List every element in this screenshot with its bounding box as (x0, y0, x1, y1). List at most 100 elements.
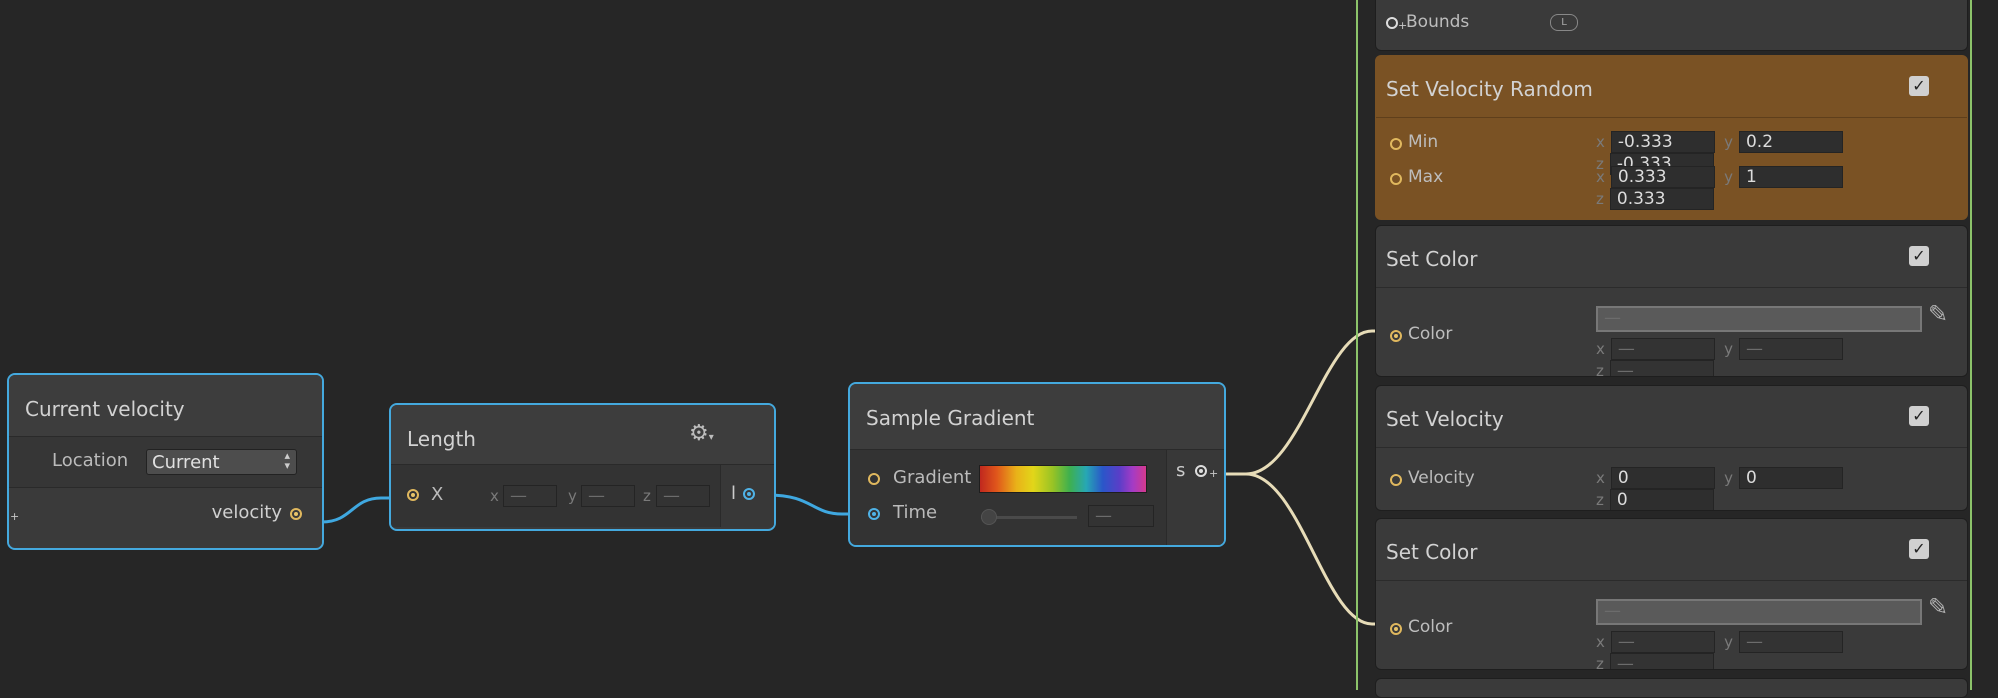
set-velocity-title: Set Velocity (1386, 407, 1504, 431)
dropdown-arrows-icon: ▴ ▾ (284, 449, 290, 472)
max-port[interactable] (1390, 173, 1402, 185)
length-node[interactable]: Length ⚙▾ X x — y — z — l (389, 403, 776, 531)
axis-y: y (1724, 340, 1733, 358)
axis-x: x (1596, 469, 1605, 487)
min-x-field[interactable]: -0.333 (1610, 131, 1715, 153)
color-port-1[interactable] (1390, 330, 1402, 342)
time-label: Time (893, 502, 938, 523)
gradient-output-port[interactable] (1195, 465, 1207, 477)
color-field-2[interactable]: — (1596, 599, 1922, 625)
set-velocity-random-checkbox[interactable]: ✓ (1909, 76, 1929, 96)
color-field-1[interactable]: — (1596, 306, 1922, 332)
max-x-field[interactable]: 0.333 (1610, 166, 1715, 188)
color-vector-1: x — y — z — (1596, 338, 1967, 377)
length-title: Length ⚙▾ (391, 405, 774, 465)
set-velocity-block[interactable]: Set Velocity ✓ Velocity x0 y0 z0 (1375, 385, 1968, 511)
length-y-field[interactable]: — (581, 485, 635, 507)
length-title-text: Length (407, 427, 476, 451)
axis-x: x (1596, 633, 1605, 651)
color-label-2: Color (1408, 617, 1453, 637)
time-field[interactable]: — (1088, 505, 1154, 527)
max-y-field[interactable]: 1 (1738, 166, 1843, 188)
bounds-block: + Bounds L (1375, 0, 1968, 51)
gradient-input-port[interactable] (868, 473, 880, 485)
location-dropdown[interactable]: Current ▴ ▾ (146, 449, 297, 475)
min-y-field[interactable]: 0.2 (1738, 131, 1843, 153)
velocity-y-field[interactable]: 0 (1738, 467, 1843, 489)
current-velocity-node[interactable]: Current velocity Location Current ▴ ▾ vel… (7, 373, 324, 550)
bounds-port[interactable] (1386, 17, 1398, 29)
color-z-field-1[interactable]: — (1609, 360, 1714, 376)
axis-x: x (1596, 168, 1605, 186)
velocity-label: Velocity (1408, 468, 1475, 488)
axis-y: y (1724, 168, 1733, 186)
gradient-output-area: s + (1166, 450, 1224, 545)
velocity-x-field[interactable]: 0 (1610, 467, 1715, 489)
color-z-field-2[interactable]: — (1609, 653, 1714, 669)
length-x-axis: x (490, 487, 499, 505)
set-velocity-checkbox[interactable]: ✓ (1909, 406, 1929, 426)
color-x-field-2[interactable]: — (1610, 631, 1715, 653)
gradient-label: Gradient (893, 467, 972, 488)
set-velocity-random-title: Set Velocity Random (1386, 77, 1593, 101)
length-output-port[interactable] (743, 488, 755, 500)
sample-gradient-node[interactable]: Sample Gradient Gradient Time — s + (848, 382, 1226, 547)
bounds-badge[interactable]: L (1550, 14, 1578, 31)
bounds-label: Bounds (1406, 12, 1470, 32)
axis-z: z (1596, 491, 1604, 509)
eyedropper-icon[interactable]: ✎ (1928, 593, 1948, 621)
velocity-port[interactable] (1390, 474, 1402, 486)
length-z-axis: z (643, 487, 651, 505)
gradient-swatch[interactable] (979, 465, 1147, 493)
min-port[interactable] (1390, 138, 1402, 150)
length-output-area: l (720, 465, 774, 527)
set-velocity-header: Set Velocity ✓ (1376, 386, 1967, 448)
length-input-label: X (431, 484, 444, 505)
axis-z: z (1596, 655, 1604, 670)
axis-z: z (1596, 362, 1604, 377)
max-label: Max (1408, 167, 1444, 187)
max-z-field[interactable]: 0.333 (1609, 188, 1714, 210)
set-velocity-random-block[interactable]: Set Velocity Random ✓ Min x -0.333 y 0.2 z… (1375, 55, 1968, 220)
sample-gradient-title: Sample Gradient (850, 384, 1224, 450)
time-slider-handle[interactable] (981, 509, 997, 525)
set-color-block-1[interactable]: Set Color ✓ Color — ✎ x — y — z — (1375, 225, 1968, 377)
context-panel: + Bounds L Set Velocity Random ✓ Min x -0… (1357, 0, 1998, 698)
color-port-2[interactable] (1390, 623, 1402, 635)
min-label: Min (1408, 132, 1439, 152)
gradient-output-label: s (1176, 460, 1186, 481)
axis-y: y (1724, 633, 1733, 651)
set-color-title-1: Set Color (1386, 247, 1478, 271)
axis-y: y (1724, 469, 1733, 487)
max-vector: x 0.333 y1 z 0.333 (1596, 166, 1967, 210)
color-vector-2: x — y — z — (1596, 631, 1967, 670)
color-y-field-1[interactable]: — (1738, 338, 1843, 360)
set-color-checkbox-1[interactable]: ✓ (1909, 246, 1929, 266)
color-y-field-2[interactable]: — (1738, 631, 1843, 653)
set-color-header-1: Set Color ✓ (1376, 226, 1967, 288)
gear-icon[interactable]: ⚙▾ (689, 421, 714, 446)
eyedropper-icon[interactable]: ✎ (1928, 300, 1948, 328)
length-input-port[interactable] (407, 489, 419, 501)
velocity-vector: x0 y0 z0 (1596, 467, 1967, 510)
location-dropdown-value: Current (152, 452, 220, 473)
set-color-checkbox-2[interactable]: ✓ (1909, 539, 1929, 559)
axis-z: z (1596, 190, 1604, 208)
axis-x: x (1596, 340, 1605, 358)
port-plus-icon: + (10, 510, 20, 523)
time-input-port[interactable] (868, 508, 880, 520)
color-x-field-1[interactable]: — (1610, 338, 1715, 360)
set-color-title-2: Set Color (1386, 540, 1478, 564)
current-velocity-title: Current velocity (9, 375, 322, 437)
velocity-z-field[interactable]: 0 (1609, 489, 1714, 510)
next-block-partial (1375, 678, 1968, 698)
color-label-1: Color (1408, 324, 1453, 344)
length-z-field[interactable]: — (656, 485, 710, 507)
set-velocity-random-header: Set Velocity Random ✓ (1376, 56, 1967, 118)
length-x-field[interactable]: — (503, 485, 557, 507)
axis-y: y (1724, 133, 1733, 151)
length-output-label: l (731, 483, 737, 504)
set-color-block-2[interactable]: Set Color ✓ Color — ✎ x — y — z — (1375, 518, 1968, 670)
length-y-axis: y (568, 487, 577, 505)
set-color-header-2: Set Color ✓ (1376, 519, 1967, 581)
